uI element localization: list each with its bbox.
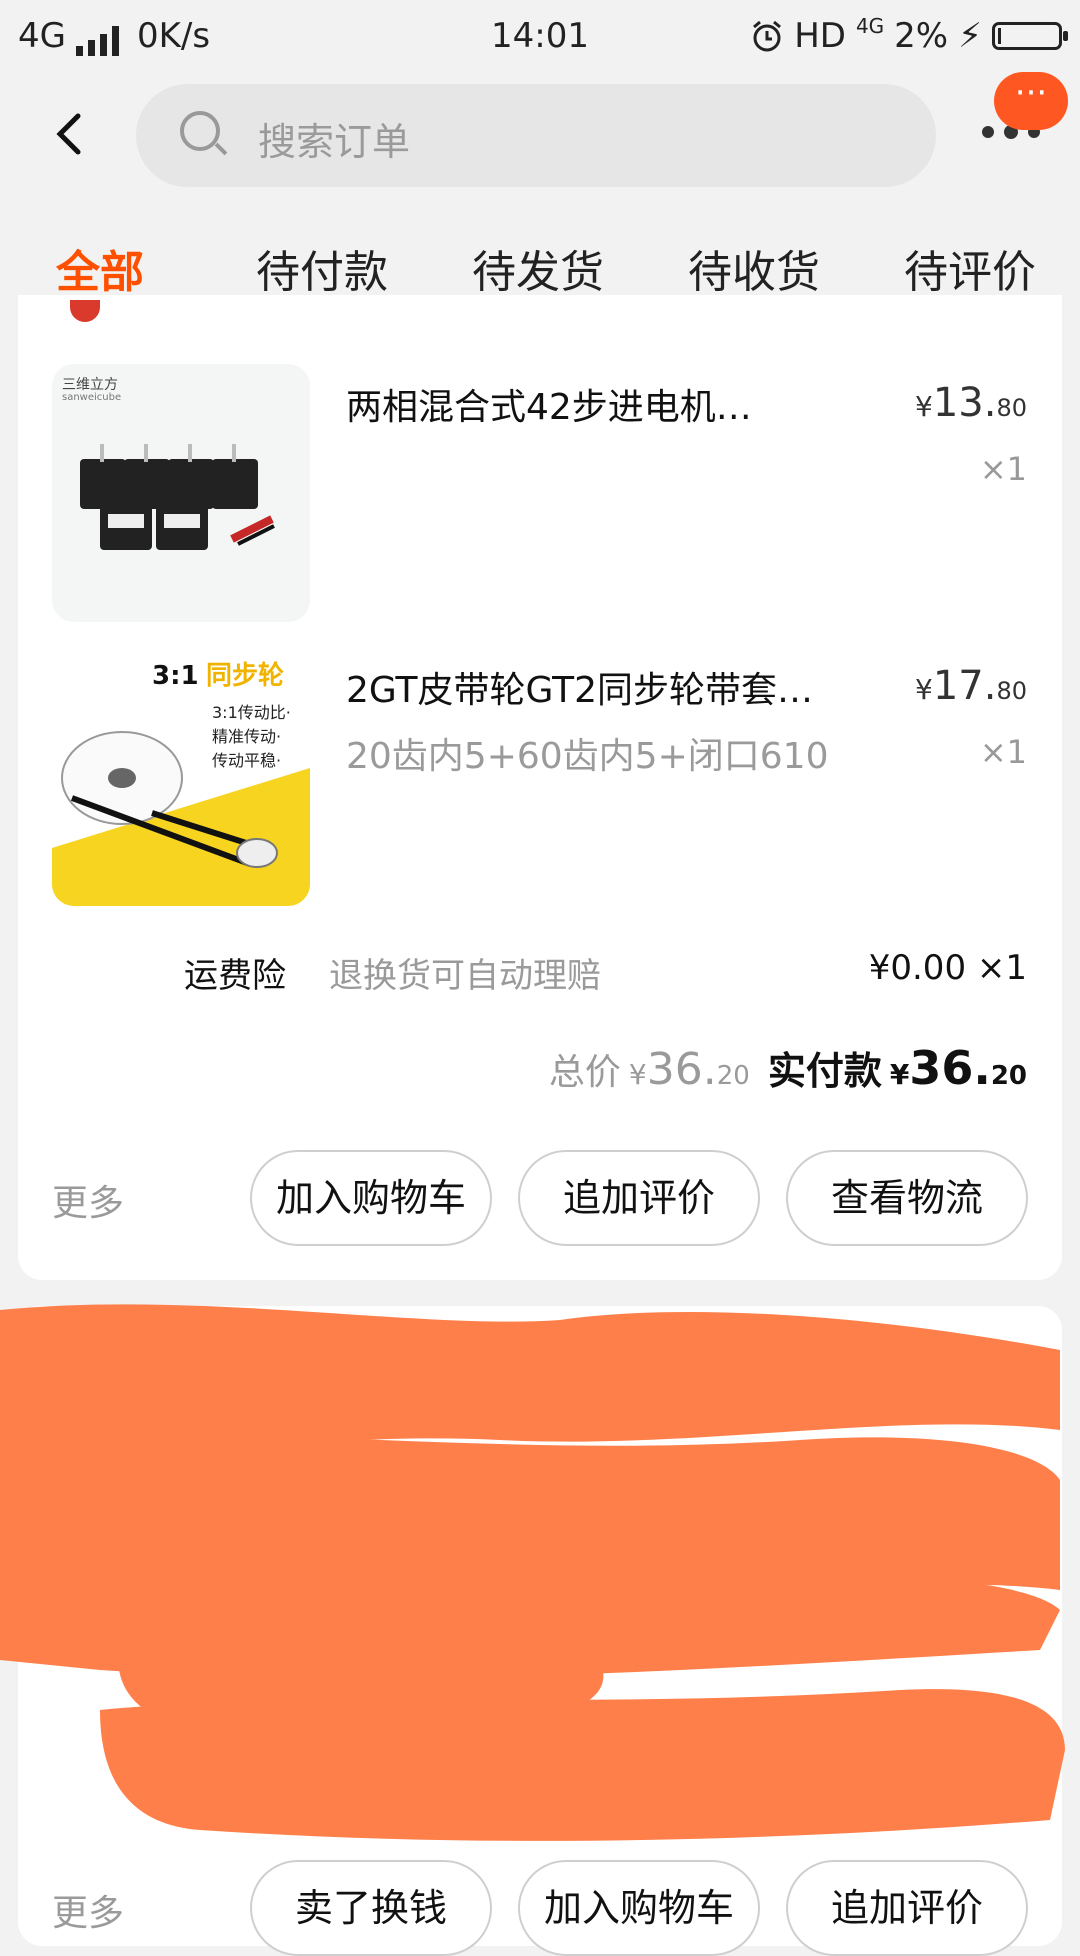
- search-input[interactable]: [136, 84, 936, 187]
- shipping-insurance-desc: 退换货可自动理赔: [329, 956, 601, 996]
- item-quantity: ×1: [979, 733, 1027, 771]
- paid-label: 实付款: [767, 1049, 882, 1093]
- back-button[interactable]: [48, 104, 96, 168]
- more-link[interactable]: 更多: [52, 1174, 124, 1226]
- total-value: ¥36.20: [628, 1044, 750, 1095]
- pulley-ratio: 3:1: [152, 661, 199, 691]
- tab-pending-receipt[interactable]: 待收货: [688, 236, 820, 300]
- view-logistics-button[interactable]: 查看物流: [786, 1150, 1028, 1246]
- add-review-button[interactable]: 追加评价: [786, 1860, 1028, 1956]
- pulley-line-2: 精准传动·: [212, 727, 281, 746]
- battery-percent: 2%: [894, 16, 949, 56]
- search-icon: [180, 111, 220, 151]
- add-to-cart-button[interactable]: 加入购物车: [250, 1150, 492, 1246]
- message-badge[interactable]: ···: [994, 72, 1068, 130]
- status-right: HD 4G 2% ⚡: [750, 14, 1068, 56]
- item-title[interactable]: 2GT皮带轮GT2同步轮带套…: [346, 661, 813, 713]
- paid-value: ¥36.20: [889, 1041, 1027, 1095]
- add-to-cart-button[interactable]: 加入购物车: [518, 1860, 760, 1956]
- search-placeholder[interactable]: 搜索订单: [258, 111, 410, 166]
- item-price: ¥13.80: [915, 380, 1027, 426]
- item-title[interactable]: 两相混合式42步进电机…: [346, 378, 752, 430]
- product-image-stepper-motor[interactable]: 三维立方 sanweicube: [52, 364, 310, 622]
- add-review-button[interactable]: 追加评价: [518, 1150, 760, 1246]
- more-link[interactable]: 更多: [52, 1884, 124, 1936]
- product-image-pulley[interactable]: 3:1 同步轮 3:1传动比· 精准传动· 传动平稳·: [52, 648, 310, 906]
- redaction-scribble: [0, 1304, 1065, 1841]
- item-quantity: ×1: [979, 450, 1027, 488]
- hd-indicator: HD: [794, 16, 846, 56]
- alarm-icon: [753, 20, 782, 52]
- order-total: 总价 ¥36.20 实付款 ¥36.20: [549, 1040, 1027, 1095]
- item-sku: 20齿内5+60齿内5+闭口610: [346, 736, 829, 777]
- back-arrow-icon: [56, 113, 81, 155]
- status-bar: 4G 0K/s 14:01 HD 4G 2% ⚡: [0, 0, 1080, 75]
- sell-button[interactable]: 卖了换钱: [250, 1860, 492, 1956]
- tab-pending-shipment[interactable]: 待发货: [472, 236, 604, 300]
- network-type-secondary: 4G: [855, 14, 885, 38]
- pulley-belt-illustration: 3:1 同步轮 3:1传动比· 精准传动· 传动平稳·: [52, 660, 310, 906]
- item-price: ¥17.80: [915, 663, 1027, 709]
- tab-pending-review[interactable]: 待评价: [904, 236, 1036, 300]
- shipping-insurance-label: 运费险: [184, 956, 286, 996]
- tab-all[interactable]: 全部: [56, 236, 144, 300]
- battery-icon: [992, 22, 1068, 50]
- pulley-heading: 同步轮: [206, 660, 284, 691]
- tab-pending-payment[interactable]: 待付款: [256, 236, 388, 300]
- charging-icon: ⚡: [958, 16, 982, 56]
- shipping-insurance-price: ¥0.00 ×1: [868, 948, 1027, 988]
- total-label: 总价: [548, 1052, 621, 1093]
- pulley-line-3: 传动平稳·: [212, 751, 281, 770]
- stepper-motors-illustration: [80, 444, 275, 550]
- pulley-line-1: 3:1传动比·: [212, 703, 291, 722]
